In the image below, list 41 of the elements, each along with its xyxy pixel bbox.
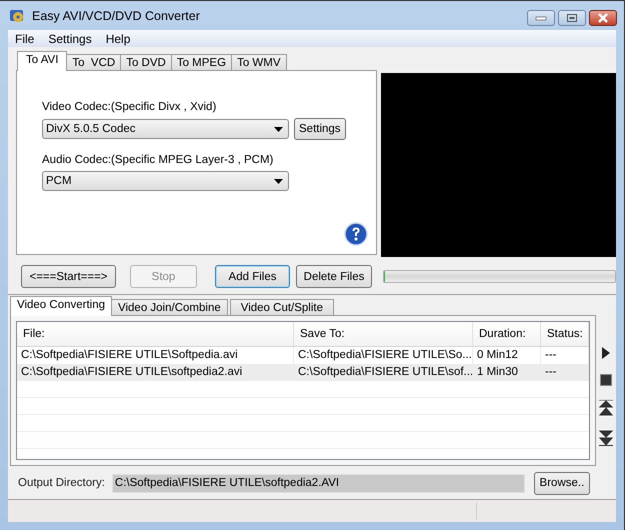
format-tab[interactable]: To WMV bbox=[231, 54, 287, 71]
audio-codec-dropdown[interactable]: PCM bbox=[42, 171, 289, 191]
browse-button[interactable]: Browse.. bbox=[534, 472, 590, 494]
menu-item[interactable]: Settings bbox=[48, 32, 92, 46]
delete-files-button[interactable]: Delete Files bbox=[296, 265, 372, 288]
minimize-button[interactable] bbox=[527, 10, 555, 26]
menu-item[interactable]: File bbox=[15, 32, 34, 46]
format-tab[interactable]: To VCD bbox=[66, 54, 122, 71]
caret-icon bbox=[274, 178, 283, 184]
format-tab[interactable]: To AVI bbox=[17, 51, 68, 71]
add-files-button[interactable]: Add Files bbox=[215, 265, 290, 288]
format-tab[interactable]: To DVD bbox=[120, 54, 172, 71]
help-icon[interactable] bbox=[344, 222, 368, 246]
codec-settings-button[interactable]: Settings bbox=[294, 118, 346, 140]
minimize-icon bbox=[535, 15, 547, 21]
column-header[interactable]: Duration: bbox=[473, 322, 541, 346]
column-header[interactable]: File: bbox=[17, 322, 294, 346]
play-icon[interactable] bbox=[601, 346, 611, 360]
column-header[interactable]: Save To: bbox=[294, 322, 473, 346]
menu-item[interactable]: Help bbox=[106, 32, 130, 46]
job-tab[interactable]: Video Join/Combine bbox=[111, 299, 228, 316]
close-button[interactable] bbox=[589, 10, 617, 26]
job-tab[interactable]: Video Cut/Splite bbox=[230, 299, 334, 316]
stop-icon[interactable] bbox=[600, 374, 612, 386]
output-directory-label: Output Directory: bbox=[18, 477, 105, 489]
move-down-icon[interactable] bbox=[599, 430, 613, 446]
format-tab[interactable]: To MPEG bbox=[170, 54, 232, 71]
caret-icon bbox=[274, 126, 283, 132]
output-directory-field[interactable]: C:\Softpedia\FISIERE UTILE\softpedia2.AVI bbox=[112, 474, 525, 492]
maximize-button[interactable] bbox=[558, 10, 586, 26]
column-header[interactable]: Status: bbox=[541, 322, 589, 346]
move-up-icon[interactable] bbox=[599, 400, 613, 416]
video-codec-label: Video Codec:(Specific Divx , Xvid) bbox=[42, 101, 218, 113]
close-icon bbox=[596, 13, 610, 23]
job-tab[interactable]: Video Converting bbox=[10, 296, 112, 316]
maximize-icon bbox=[566, 13, 578, 23]
start-button[interactable]: <===Start===> bbox=[21, 265, 116, 288]
audio-codec-label: Audio Codec:(Specific MPEG Layer-3 , PCM) bbox=[42, 154, 274, 166]
window-title: Easy AVI/VCD/DVD Converter bbox=[32, 8, 200, 22]
file-row[interactable]: C:\Softpedia\FISIERE UTILE\softpedia2.avi C:\Softpedia\FISIERE UTILE\sof... 1 Min30 --- bbox=[17, 364, 589, 381]
video-codec-dropdown[interactable]: DivX 5.0.5 Codec bbox=[42, 119, 289, 139]
